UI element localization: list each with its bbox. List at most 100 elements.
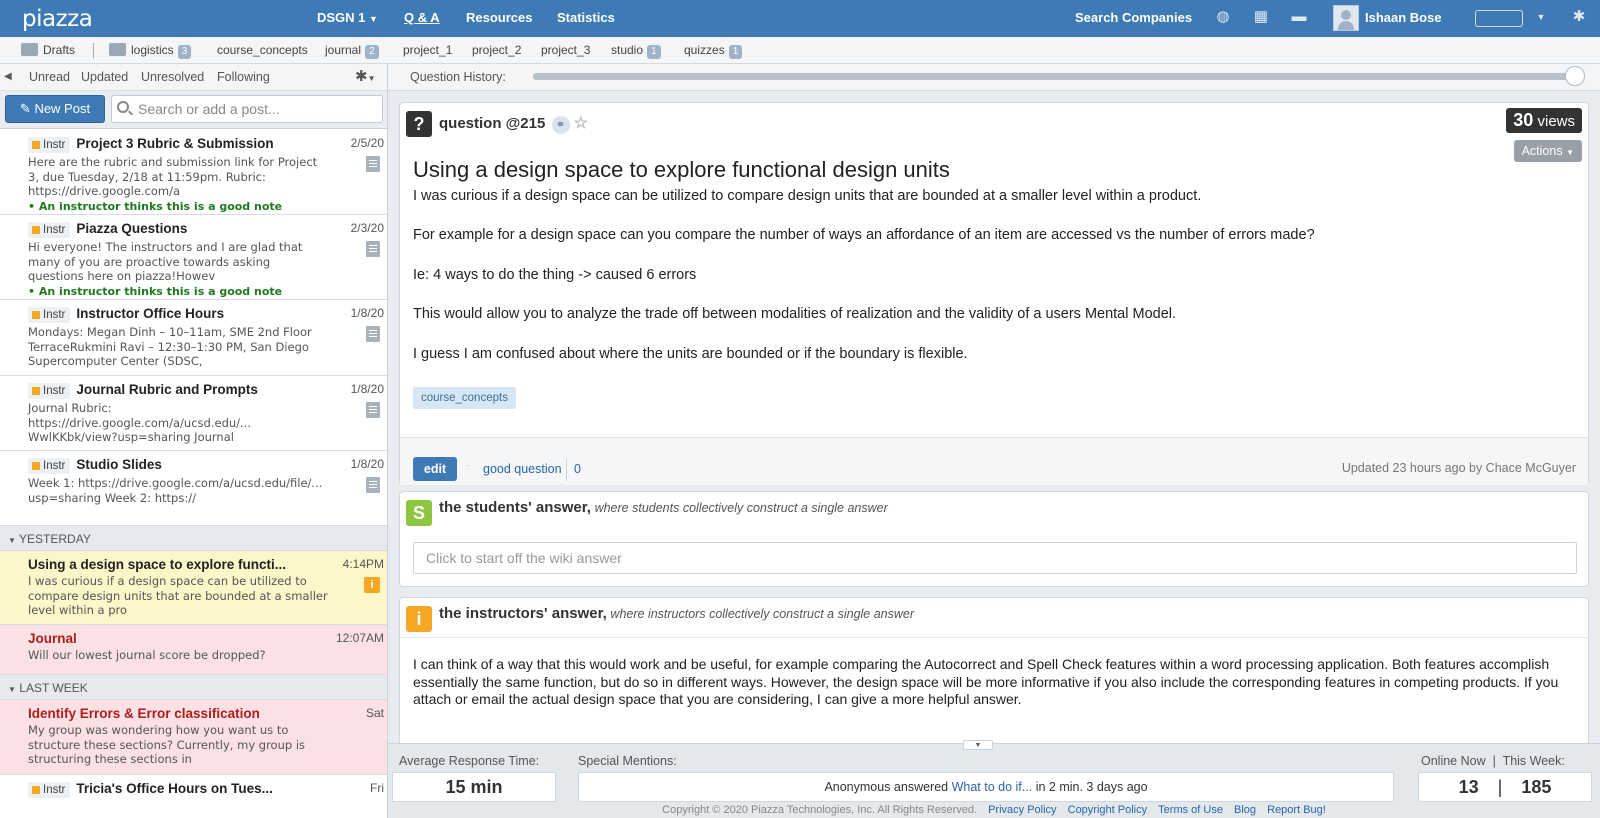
- folder-project-1[interactable]: project_1: [403, 43, 452, 57]
- group-header-yesterday[interactable]: ▼ YESTERDAY: [0, 526, 387, 551]
- instructor-tag: Instr: [28, 307, 71, 323]
- star-icon[interactable]: ☆: [574, 115, 588, 132]
- bullet-icon: •: [28, 200, 39, 213]
- mention-link[interactable]: What to do if...: [952, 780, 1033, 794]
- search-input[interactable]: Search or add a post...: [111, 95, 383, 123]
- this-week-label: This Week:: [1502, 754, 1565, 768]
- folder-project-3[interactable]: project_3: [541, 43, 590, 57]
- note-icon: [366, 326, 380, 342]
- status-dropdown[interactable]: [1475, 10, 1523, 27]
- question-header: question @215 ⚭ ☆: [439, 113, 588, 134]
- nav-search-companies[interactable]: Search Companies: [1075, 10, 1192, 25]
- student-answer-card: S the students' answer, where students c…: [399, 491, 1589, 587]
- post-snippet: Week 1: https://drive.google.com/a/ucsd.…: [28, 476, 323, 505]
- user-name[interactable]: Ishaan Bose: [1365, 10, 1442, 25]
- question-paragraph: For example for a design space can you c…: [413, 227, 1315, 243]
- chevron-down-icon: ▼: [1566, 148, 1574, 157]
- filter-following[interactable]: Following: [217, 70, 270, 84]
- post-snippet: My group was wondering how you want us t…: [28, 723, 306, 766]
- copyright-text: Copyright © 2020 Piazza Technologies, In…: [662, 804, 978, 816]
- note-icon: [366, 241, 380, 257]
- nav-statistics[interactable]: Statistics: [557, 10, 615, 25]
- stats-separator: |: [1497, 777, 1503, 797]
- folder-studio[interactable]: studio 1: [611, 43, 661, 59]
- post-date: 12:07AM: [335, 631, 384, 645]
- group-header-last-week[interactable]: ▼ LAST WEEK: [0, 675, 387, 700]
- good-question-button[interactable]: good question: [483, 462, 562, 476]
- chevron-down-icon[interactable]: ▼: [1532, 8, 1550, 26]
- post-date: 2/3/20: [350, 221, 384, 235]
- nav-resources[interactable]: Resources: [466, 10, 532, 25]
- collapse-sidebar-icon[interactable]: ◀: [4, 71, 12, 82]
- blog-link[interactable]: Blog: [1234, 804, 1256, 816]
- course-selector[interactable]: DSGN 1 ▼: [317, 10, 378, 25]
- divider: [566, 459, 567, 481]
- wiki-answer-input[interactable]: Click to start off the wiki answer: [413, 542, 1577, 574]
- folder-project-2[interactable]: project_2: [472, 43, 521, 57]
- folder-count-badge: 3: [177, 45, 192, 59]
- student-answer-header: the students' answer, where students col…: [439, 499, 888, 516]
- history-slider-handle[interactable]: [1565, 66, 1585, 86]
- mention-prefix: Anonymous answered: [824, 780, 949, 794]
- instructor-tag: Instr: [28, 137, 71, 153]
- copyright-policy-link[interactable]: Copyright Policy: [1068, 804, 1147, 816]
- calendar-icon[interactable]: ▦: [1252, 8, 1270, 26]
- instructor-answer-card: i the instructors' answer, where instruc…: [399, 597, 1589, 743]
- group-label: YESTERDAY: [19, 532, 91, 546]
- tag-course-concepts[interactable]: course_concepts: [413, 387, 516, 409]
- folder-drafts[interactable]: Drafts: [21, 43, 75, 57]
- question-paragraph: I was curious if a design space can be u…: [413, 188, 1202, 204]
- feed-post[interactable]: Instr Tricia's Office Hours on Tues... Fr…: [0, 775, 387, 818]
- post-snippet: Mondays: Megan Dinh – 10–11am, SME 2nd F…: [28, 325, 312, 368]
- feed-post[interactable]: Instr Project 3 Rubric & Submission 2/5/2…: [0, 130, 387, 215]
- report-bug-link[interactable]: Report Bug!: [1267, 804, 1326, 816]
- feed-post[interactable]: Instr Instructor Office Hours 1/8/20 Mond…: [0, 300, 387, 376]
- privacy-policy-link[interactable]: Privacy Policy: [988, 804, 1056, 816]
- history-slider-track[interactable]: [533, 73, 1575, 80]
- chat-icon[interactable]: ▬: [1290, 8, 1308, 26]
- filter-unresolved[interactable]: Unresolved: [141, 70, 204, 84]
- feed-post[interactable]: Using a design space to explore functi..…: [0, 551, 387, 625]
- actions-dropdown[interactable]: Actions ▼: [1513, 140, 1582, 162]
- special-mentions-label: Special Mentions:: [578, 754, 677, 768]
- link-icon[interactable]: ⚭: [551, 116, 570, 134]
- question-pane: ? question @215 ⚭ ☆ 30 views Actions ▼ U…: [388, 91, 1600, 743]
- folder-label: journal: [325, 43, 362, 57]
- piazza-logo[interactable]: piazza: [22, 6, 93, 32]
- folder-label: Drafts: [43, 43, 76, 57]
- feed-post[interactable]: Instr Studio Slides 1/8/20 Week 1: https:…: [0, 451, 387, 526]
- folder-journal[interactable]: journal 2: [325, 43, 379, 59]
- edit-button[interactable]: edit: [413, 457, 457, 481]
- feed-post[interactable]: Journal 12:07AM Will our lowest journal …: [0, 625, 387, 675]
- feed-post[interactable]: Instr Piazza Questions 2/3/20 Hi everyone…: [0, 215, 387, 300]
- post-title: Project 3 Rubric & Submission: [76, 136, 274, 151]
- folder-logistics[interactable]: logistics 3: [109, 43, 192, 59]
- good-note-text: An instructor thinks this is a good note: [38, 285, 283, 298]
- nav-qa[interactable]: Q & A: [404, 10, 440, 25]
- top-navbar: piazza DSGN 1 ▼ Q & A Resources Statisti…: [0, 0, 1600, 37]
- filter-updated[interactable]: Updated: [81, 70, 128, 84]
- new-post-icon: ✎: [19, 101, 31, 116]
- feed-post[interactable]: Instr Journal Rubric and Prompts 1/8/20 J…: [0, 376, 387, 451]
- separator-dot: ·: [467, 460, 470, 470]
- folder-course-concepts[interactable]: course_concepts: [217, 43, 308, 57]
- feed-search-row: ✎ New Post Search or add a post...: [0, 91, 387, 129]
- avatar[interactable]: [1333, 5, 1359, 31]
- new-post-label: New Post: [34, 101, 91, 116]
- post-snippet: Will our lowest journal score be dropped…: [28, 648, 266, 662]
- updated-text: Updated 23 hours ago by Chace McGuyer: [1341, 461, 1576, 475]
- this-week-value: 185: [1521, 777, 1552, 797]
- folder-quizzes[interactable]: quizzes 1: [684, 43, 743, 59]
- feed-settings-gear-icon[interactable]: ✱▼: [355, 67, 376, 85]
- new-post-button[interactable]: ✎ New Post: [5, 95, 105, 123]
- expand-footer-icon[interactable]: ▼: [963, 740, 993, 750]
- question-history-label: Question History:: [410, 70, 506, 84]
- online-now-label: Online Now: [1421, 754, 1486, 768]
- globe-icon[interactable]: ◍: [1214, 8, 1232, 26]
- good-note-indicator: • An instructor thinks this is a good no…: [28, 285, 380, 298]
- terms-of-use-link[interactable]: Terms of Use: [1158, 804, 1223, 816]
- feed-post[interactable]: Identify Errors & Error classification S…: [0, 700, 387, 775]
- filter-unread[interactable]: Unread: [29, 70, 70, 84]
- gear-icon[interactable]: ✱: [1570, 8, 1588, 26]
- post-title: Studio Slides: [76, 457, 162, 472]
